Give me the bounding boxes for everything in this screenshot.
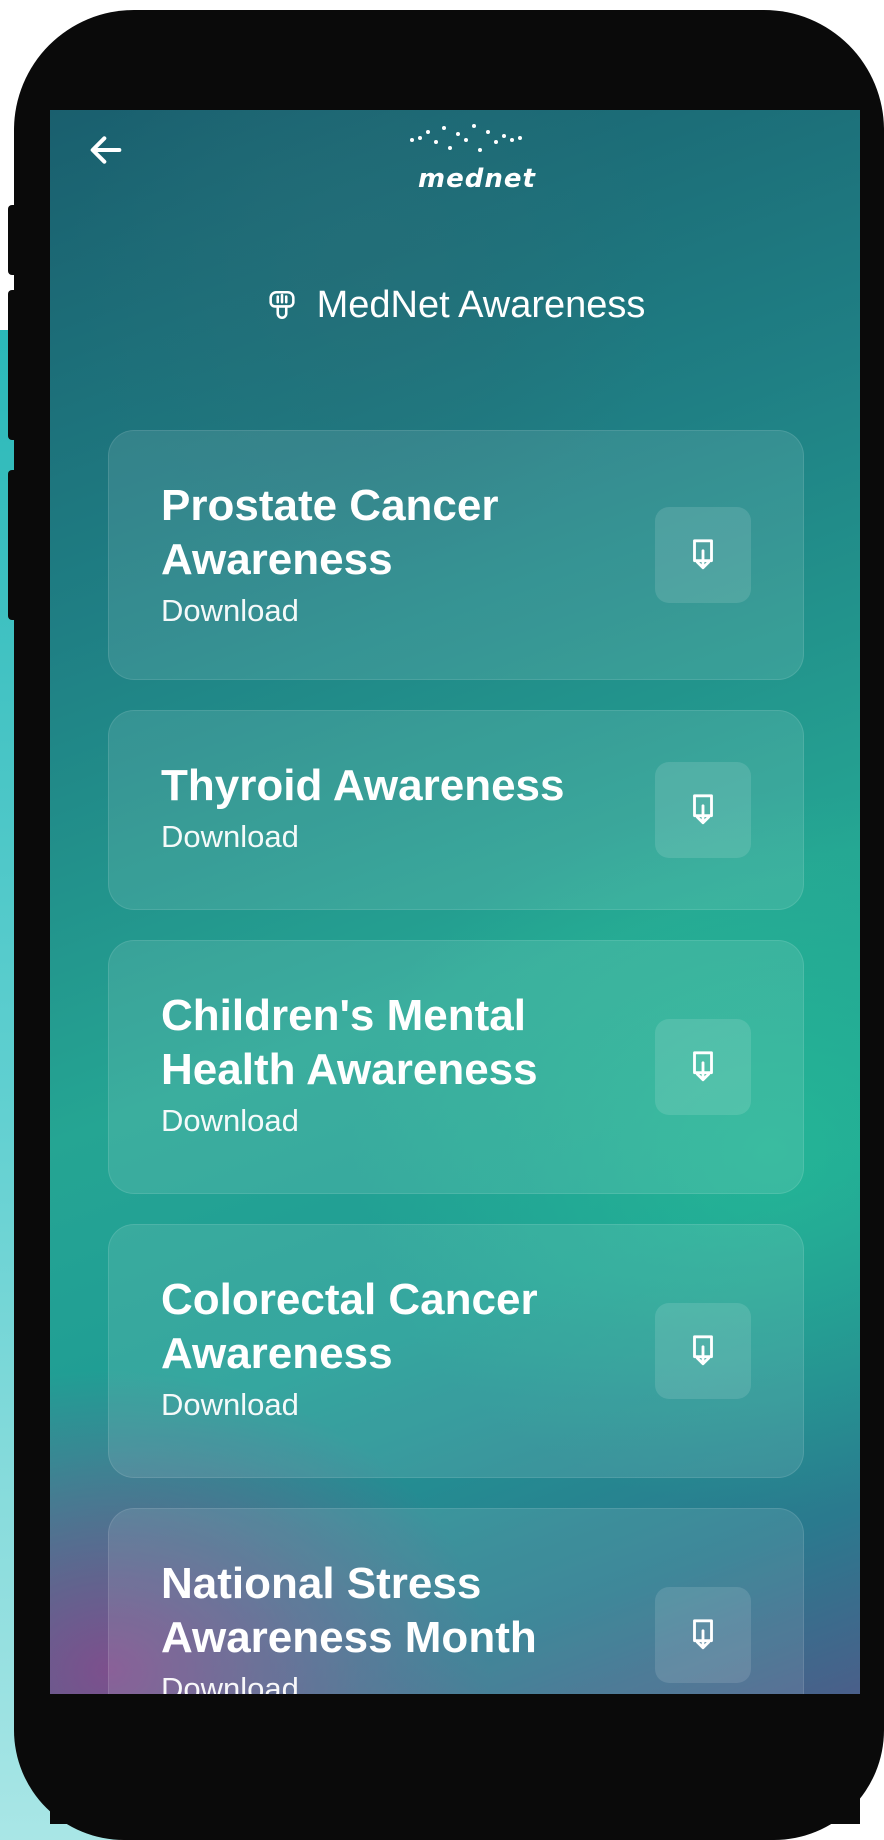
- app-screen: mednet MedNet Awareness Prostate Cancer …: [50, 110, 860, 1694]
- page-title-row: MedNet Awareness: [50, 270, 860, 340]
- download-icon: [693, 794, 713, 825]
- dotted-wave-icon: [410, 124, 522, 152]
- card-title: Colorectal Cancer Awareness: [161, 1275, 538, 1378]
- download-button[interactable]: [655, 1303, 751, 1399]
- card-subtitle: Download: [161, 819, 299, 854]
- volume-up-button: [8, 205, 20, 275]
- arrow-left-icon[interactable]: [86, 130, 126, 170]
- list-item[interactable]: Thyroid Awareness Download: [108, 710, 804, 910]
- download-icon: [693, 1051, 713, 1082]
- list-item[interactable]: Children's Mental Health Awareness Downl…: [108, 940, 804, 1194]
- list-item[interactable]: National Stress Awareness Month Download: [108, 1508, 804, 1694]
- card-subtitle: Download: [161, 1671, 299, 1694]
- mednet-logo: mednet: [350, 118, 550, 208]
- download-button[interactable]: [655, 762, 751, 858]
- list-item[interactable]: Colorectal Cancer Awareness Download: [108, 1224, 804, 1478]
- card-title: National Stress Awareness Month: [161, 1559, 537, 1662]
- brain-icon: [268, 290, 295, 320]
- download-button[interactable]: [655, 507, 751, 603]
- phone-bottom-bezel: [50, 1694, 860, 1824]
- card-title: Thyroid Awareness: [161, 761, 565, 810]
- download-button[interactable]: [655, 1587, 751, 1683]
- awareness-list: Prostate Cancer Awareness Download Thyro…: [108, 430, 804, 1694]
- app-header: mednet: [50, 110, 860, 230]
- card-subtitle: Download: [161, 1103, 299, 1138]
- card-subtitle: Download: [161, 593, 299, 628]
- logo-text: mednet: [418, 164, 536, 194]
- card-title: Prostate Cancer Awareness: [161, 481, 499, 584]
- download-icon: [693, 1335, 713, 1366]
- power-button: [8, 470, 20, 620]
- download-icon: [693, 539, 713, 570]
- list-item[interactable]: Prostate Cancer Awareness Download: [108, 430, 804, 680]
- card-subtitle: Download: [161, 1387, 299, 1422]
- download-button[interactable]: [655, 1019, 751, 1115]
- page-title: MedNet Awareness: [316, 283, 646, 326]
- volume-down-button: [8, 290, 20, 440]
- download-icon: [693, 1619, 713, 1650]
- card-title: Children's Mental Health Awareness: [161, 991, 538, 1094]
